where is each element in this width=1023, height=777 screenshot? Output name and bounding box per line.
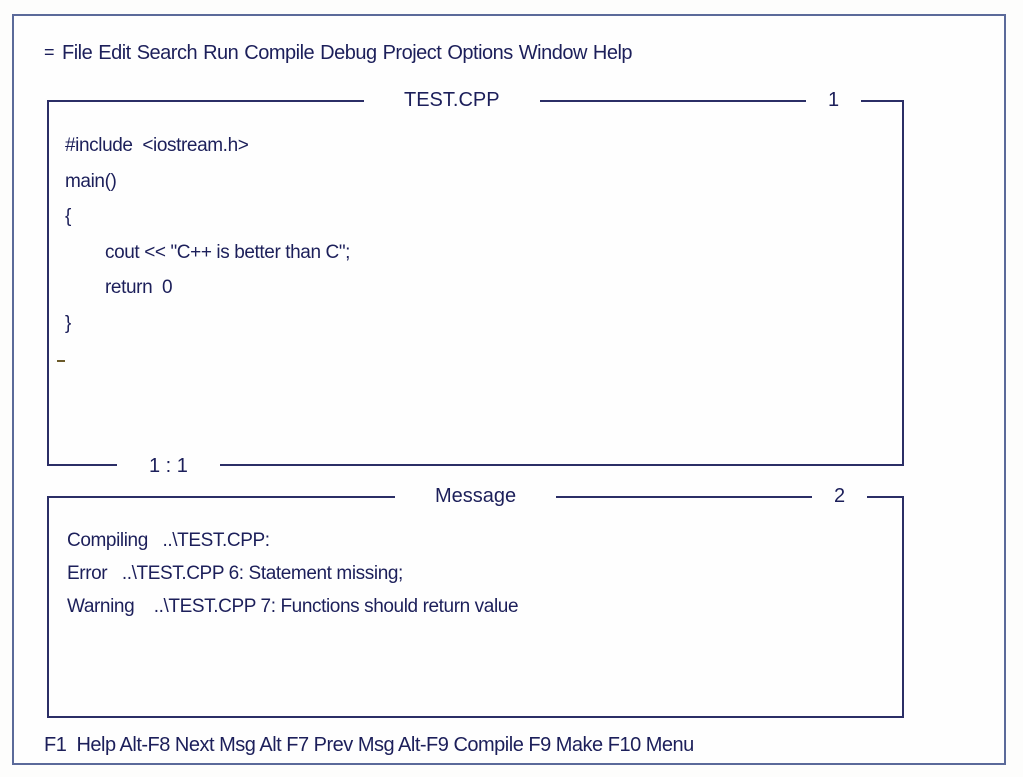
message-list: Compiling ..\TEST.CPP: Error ..\TEST.CPP… [67,524,519,623]
code-line: main() [65,170,117,192]
code-area[interactable]: #include <iostream.h> main() { cout << "… [65,128,350,341]
ide-screen: = File Edit Search Run Compile Debug Pro… [12,14,1006,765]
message-line[interactable]: Error ..\TEST.CPP 6: Statement missing; [67,557,518,590]
editor-window-number: 1 [806,87,862,113]
message-window-number: 2 [812,483,868,509]
message-title: Message [395,483,557,509]
menu-debug[interactable]: Debug [320,42,377,65]
code-line: return 0 [105,277,173,298]
system-menu-icon[interactable]: = [44,42,55,65]
menu-file[interactable]: File [62,42,93,65]
menu-window[interactable]: Window [519,42,588,65]
code-line: cout << "C++ is better than C"; [105,241,351,263]
cursor-position-indicator: 1 : 1 [117,453,220,479]
editor-window[interactable]: TEST.CPP 1 #include <iostream.h> main() … [47,87,904,479]
code-line: #include <iostream.h> [65,135,249,156]
message-line[interactable]: Warning ..\TEST.CPP 7: Functions should … [67,590,519,623]
menu-edit[interactable]: Edit [98,42,131,65]
menu-compile[interactable]: Compile [244,42,314,65]
code-line: { [65,206,71,227]
menu-bar: = File Edit Search Run Compile Debug Pro… [44,42,633,65]
menu-project[interactable]: Project [383,42,442,65]
text-cursor [57,360,65,362]
menu-search[interactable]: Search [137,42,198,65]
message-window[interactable]: Message 2 Compiling ..\TEST.CPP: Error .… [47,483,904,718]
menu-options[interactable]: Options [447,42,513,65]
menu-help[interactable]: Help [593,42,633,65]
code-line: } [65,312,71,334]
editor-title: TEST.CPP [364,87,540,113]
menu-run[interactable]: Run [203,42,239,65]
status-bar: F1 Help Alt-F8 Next Msg Alt F7 Prev Msg … [44,734,694,756]
message-line[interactable]: Compiling ..\TEST.CPP: [67,524,518,557]
